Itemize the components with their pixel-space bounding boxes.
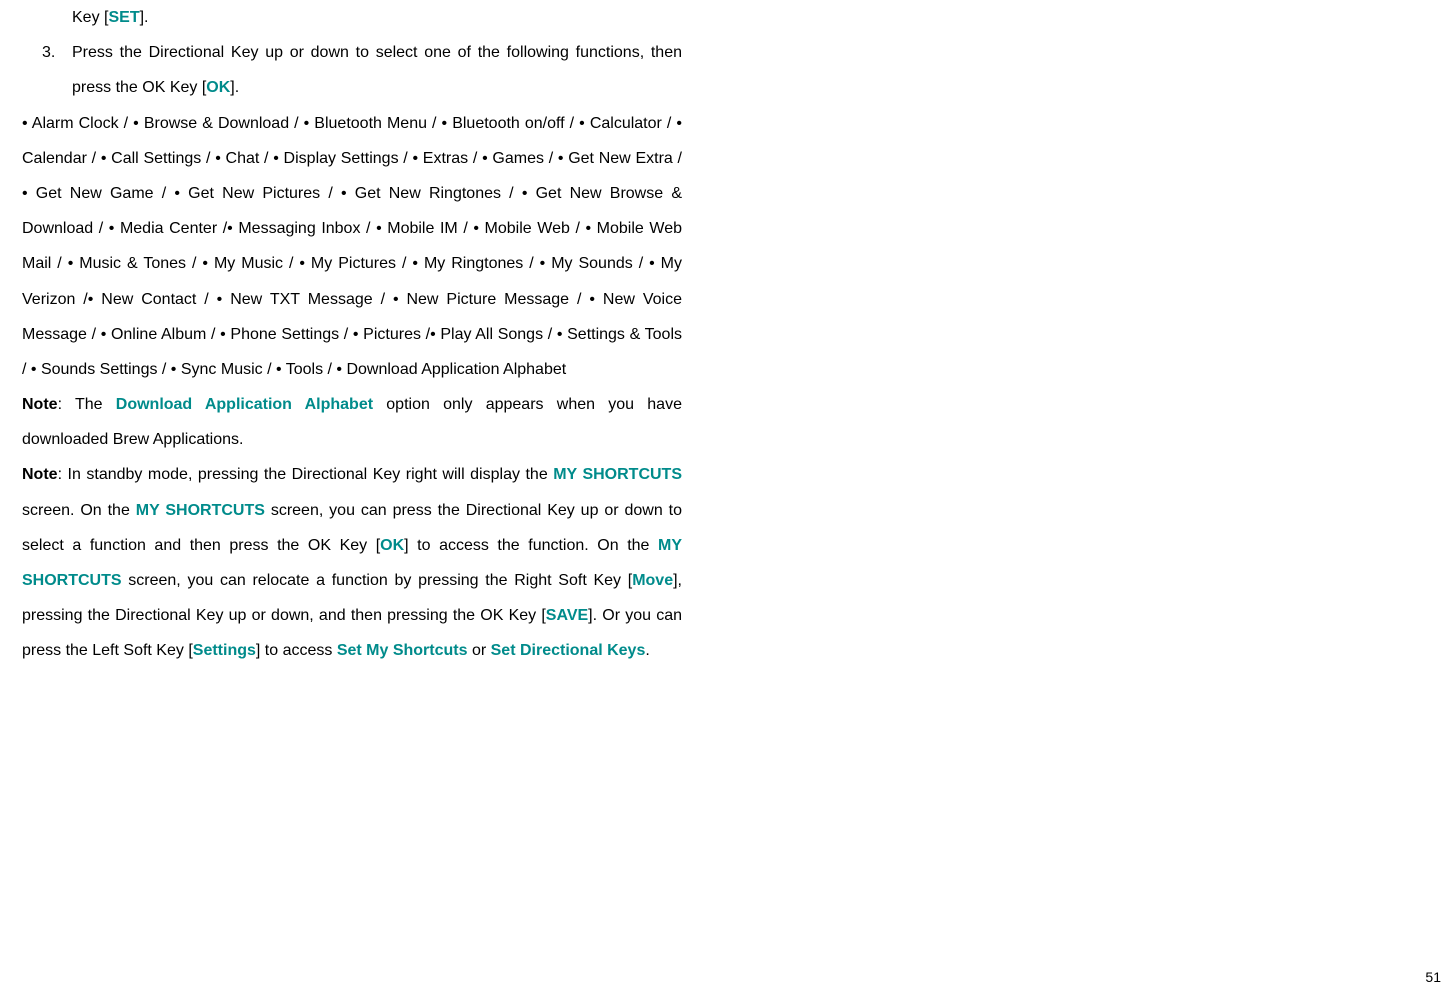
my-shortcuts: MY SHORTCUTS [553,466,682,483]
note-label: Note [22,396,58,413]
document-content: Key [SET]. 3. Press the Directional Key … [22,0,682,669]
key-settings: Settings [193,642,256,659]
text-fragment: ]. [230,79,239,96]
ordered-list-item-3: 3. Press the Directional Key up or down … [22,35,682,105]
set-my-shortcuts: Set My Shortcuts [337,642,468,659]
text-fragment: . [645,642,649,659]
text-fragment: or [468,642,491,659]
text-fragment: : The [58,396,116,413]
key-ok: OK [380,537,404,554]
functions-list: • Alarm Clock / • Browse & Download / • … [22,106,682,388]
note-label: Note [22,466,58,483]
text-fragment: ] to access the function. On the [404,537,658,554]
key-move: Move [632,572,673,589]
text-fragment: screen. On the [22,502,136,519]
key-save: SAVE [546,607,588,624]
note-2: Note: In standby mode, pressing the Dire… [22,457,682,668]
download-app-alphabet: Download Application Alphabet [116,396,373,413]
text-fragment: ]. [140,9,149,26]
my-shortcuts: MY SHORTCUTS [136,502,265,519]
key-ok: OK [206,79,230,96]
page-number: 51 [1425,962,1441,993]
note-1: Note: The Download Application Alphabet … [22,387,682,457]
line-key-set: Key [SET]. [72,0,682,35]
set-directional-keys: Set Directional Keys [491,642,646,659]
text-fragment: : In standby mode, pressing the Directio… [58,466,554,483]
text-fragment: Press the Directional Key up or down to … [72,44,682,96]
list-text: Press the Directional Key up or down to … [72,35,682,105]
text-fragment: screen, you can relocate a function by p… [122,572,633,589]
text-fragment: Key [ [72,9,108,26]
text-fragment: ] to access [256,642,337,659]
list-number: 3. [42,35,72,105]
key-set: SET [108,9,139,26]
